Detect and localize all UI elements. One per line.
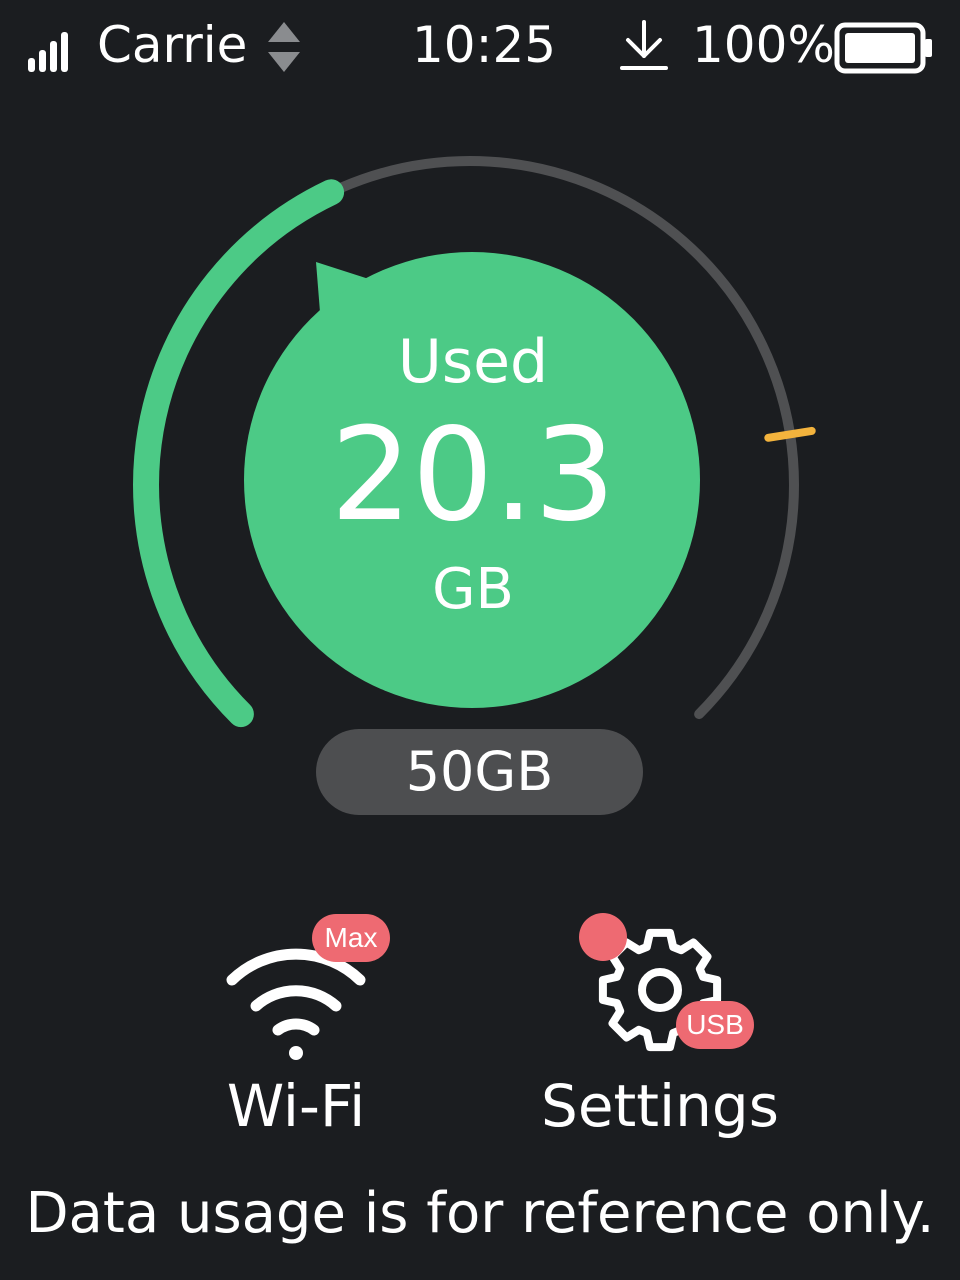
usb-badge: USB <box>676 1001 754 1049</box>
wifi-label: Wi-Fi <box>226 1072 366 1140</box>
data-quota-pill[interactable]: 50GB <box>316 729 643 815</box>
wifi-mode-badge: Max <box>312 914 390 962</box>
settings-label: Settings <box>541 1072 779 1140</box>
gauge-warning-marker <box>764 426 816 442</box>
settings-button[interactable]: USB Settings <box>530 910 790 1150</box>
used-unit: GB <box>432 557 514 622</box>
used-label: Used <box>397 327 549 397</box>
usage-disclaimer: Data usage is for reference only. <box>25 1181 935 1246</box>
data-usage-gauge <box>133 155 816 728</box>
settings-notification-dot <box>579 913 627 961</box>
used-amount: 20.3 <box>330 401 616 550</box>
wifi-button[interactable]: Max Wi-Fi <box>196 910 396 1150</box>
